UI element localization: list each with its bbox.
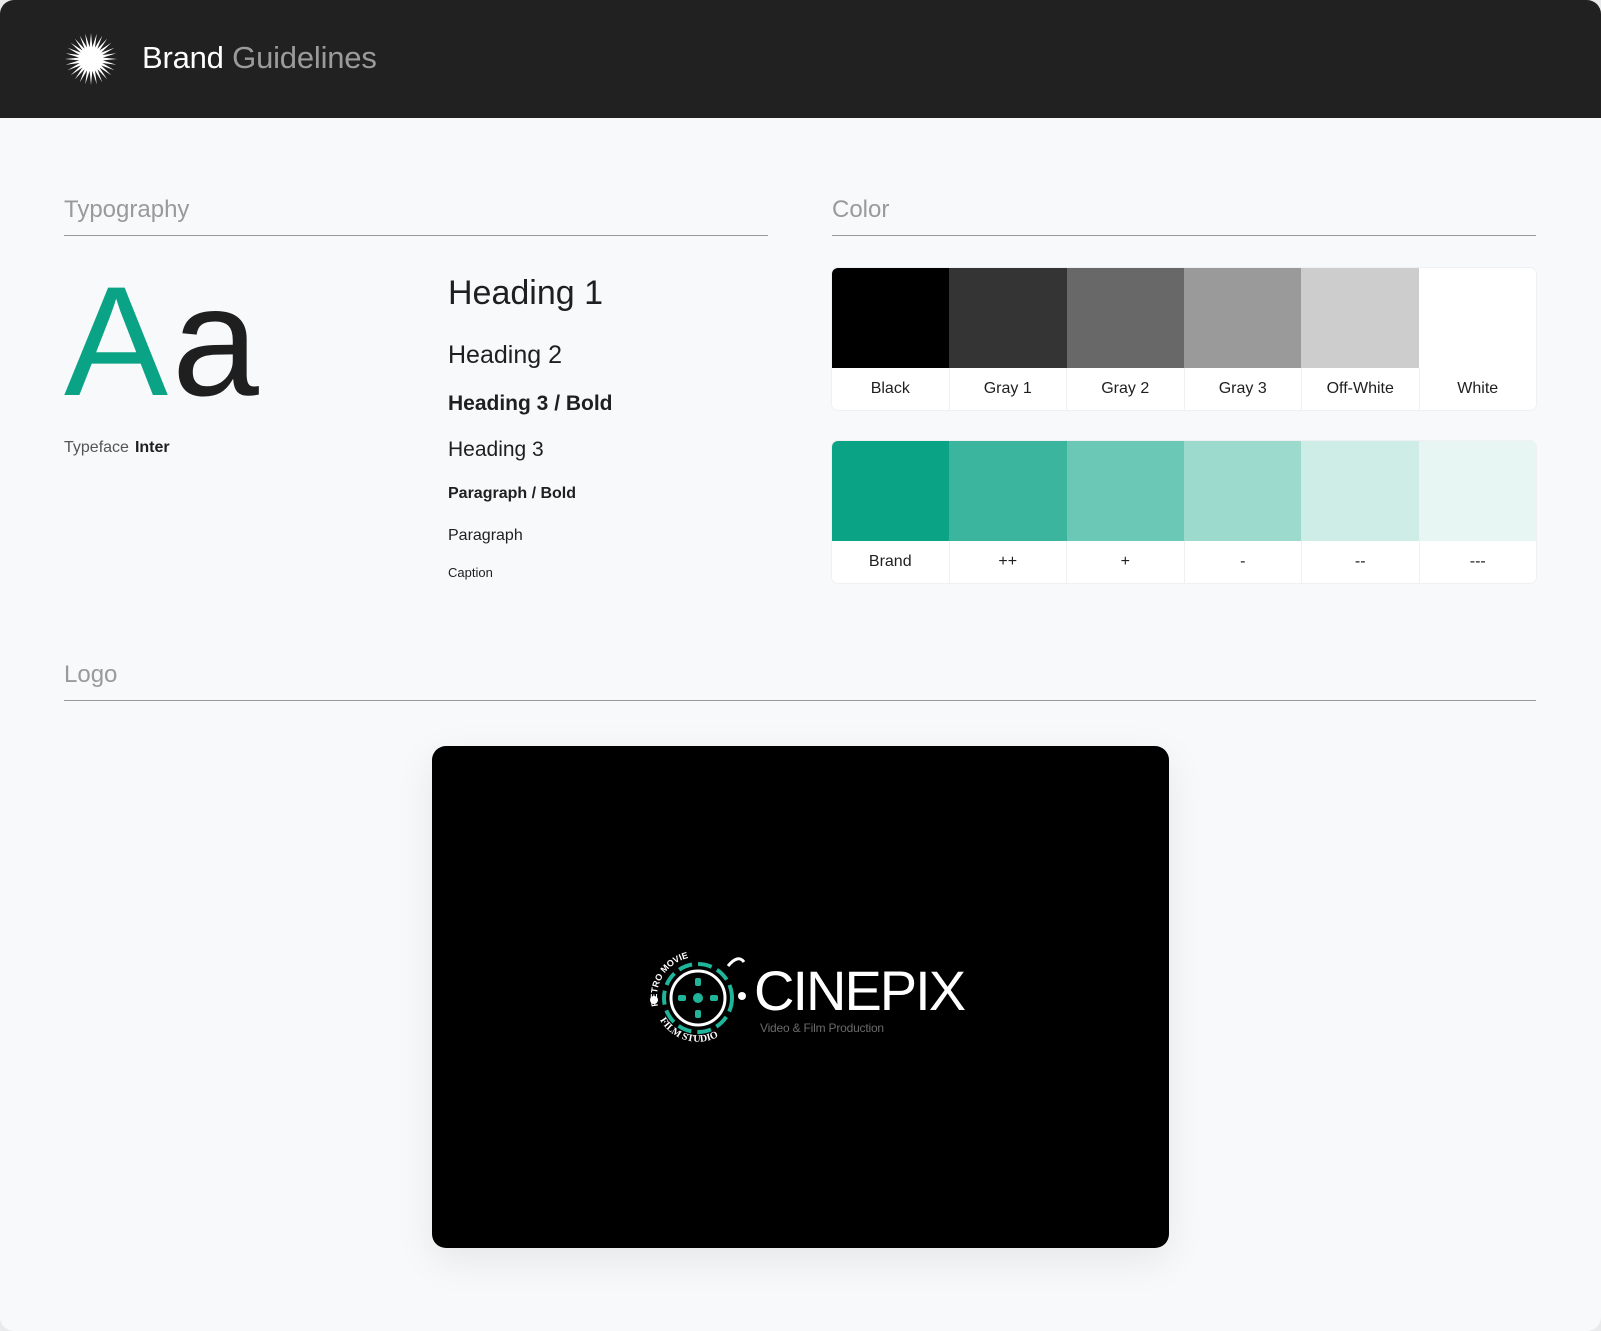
neutrals-swatch-label: White	[1457, 380, 1499, 397]
sample-heading-3-bold: Heading 3 / Bold	[448, 392, 613, 415]
neutrals-swatch	[1066, 268, 1184, 368]
neutrals-swatch-label: Black	[832, 368, 950, 410]
neutrals-swatch	[1418, 268, 1536, 368]
logo-tagline: Video & Film Production	[760, 1021, 884, 1035]
neutral-label-row: Black Gray 1 Gray 2 Gray 3 Off-White White	[832, 368, 1536, 410]
brand-swatch	[949, 441, 1067, 541]
neutrals-swatch-label: Gray 2	[1067, 368, 1185, 410]
typeface-specimen: Aa	[64, 262, 263, 422]
typeface-label: Typeface	[64, 439, 129, 456]
specimen-uppercase: A	[64, 255, 173, 429]
brand-guidelines-page: Brand Guidelines Typography Aa Typeface I…	[0, 0, 1601, 1331]
logo-section-title: Logo	[64, 661, 118, 688]
neutrals-swatch	[832, 268, 950, 368]
brand-swatch	[1418, 441, 1536, 541]
emblem-right-dot	[738, 992, 746, 1000]
page-title: Brand Guidelines	[142, 38, 377, 78]
emblem-hub	[693, 993, 703, 1003]
brand-swatch	[1301, 441, 1419, 541]
sample-heading-3: Heading 3	[448, 438, 544, 461]
brand-palette: Brand ++ + - -- ---	[832, 441, 1536, 583]
brand-swatch-row	[832, 441, 1536, 541]
sample-paragraph: Paragraph	[448, 527, 523, 544]
brand-swatch-label: --	[1302, 541, 1420, 583]
typeface-value: Inter	[134, 439, 170, 456]
neutrals-swatch	[949, 268, 1067, 368]
brand-swatch	[832, 441, 950, 541]
brand-swatch-label: ++	[950, 541, 1067, 583]
brand-swatch	[1183, 441, 1302, 541]
brand-swatch-label: Brand	[832, 541, 950, 583]
brand-swatch	[1066, 441, 1184, 541]
color-divider	[832, 235, 1536, 236]
neutrals-swatch-label: Gray 3	[1185, 368, 1302, 410]
neutrals-swatch-label: Off-White	[1302, 368, 1420, 410]
neutrals-swatch	[1183, 268, 1302, 368]
header-bar: Brand Guidelines	[0, 0, 1601, 118]
brand-label-row: Brand ++ + - -- ---	[832, 541, 1536, 583]
neutral-palette: Black Gray 1 Gray 2 Gray 3 Off-White White	[832, 268, 1536, 410]
neutral-swatch-row	[832, 268, 1536, 368]
page-title-secondary: Guidelines	[232, 40, 377, 75]
emblem-film-tail	[726, 957, 746, 967]
starburst-icon	[65, 33, 117, 85]
logo-wordmark: CINEPIX	[754, 959, 966, 1022]
page-title-primary: Brand	[142, 40, 224, 75]
specimen-lowercase: a	[172, 255, 263, 429]
sample-heading-2: Heading 2	[448, 341, 562, 369]
typography-divider	[64, 235, 768, 236]
brand-swatch-label: +	[1067, 541, 1185, 583]
sample-caption: Caption	[448, 565, 493, 580]
sample-heading-1: Heading 1	[448, 274, 604, 312]
logo-divider	[64, 700, 1536, 701]
neutrals-swatch	[1301, 268, 1419, 368]
logo-preview-card: RETRO MOVIE FILM STUDIO CINEPIX Video & …	[432, 746, 1169, 1248]
neutrals-swatch-label: Gray 1	[950, 368, 1067, 410]
typography-section-title: Typography	[64, 196, 190, 223]
typeface-info: Typeface Inter	[64, 438, 170, 458]
brand-swatch-label: -	[1185, 541, 1302, 583]
color-section-title: Color	[832, 196, 890, 223]
film-reel-icon: RETRO MOVIE FILM STUDIO	[649, 950, 746, 1045]
sample-paragraph-bold: Paragraph / Bold	[448, 485, 577, 502]
brand-swatch-label: ---	[1469, 553, 1486, 570]
